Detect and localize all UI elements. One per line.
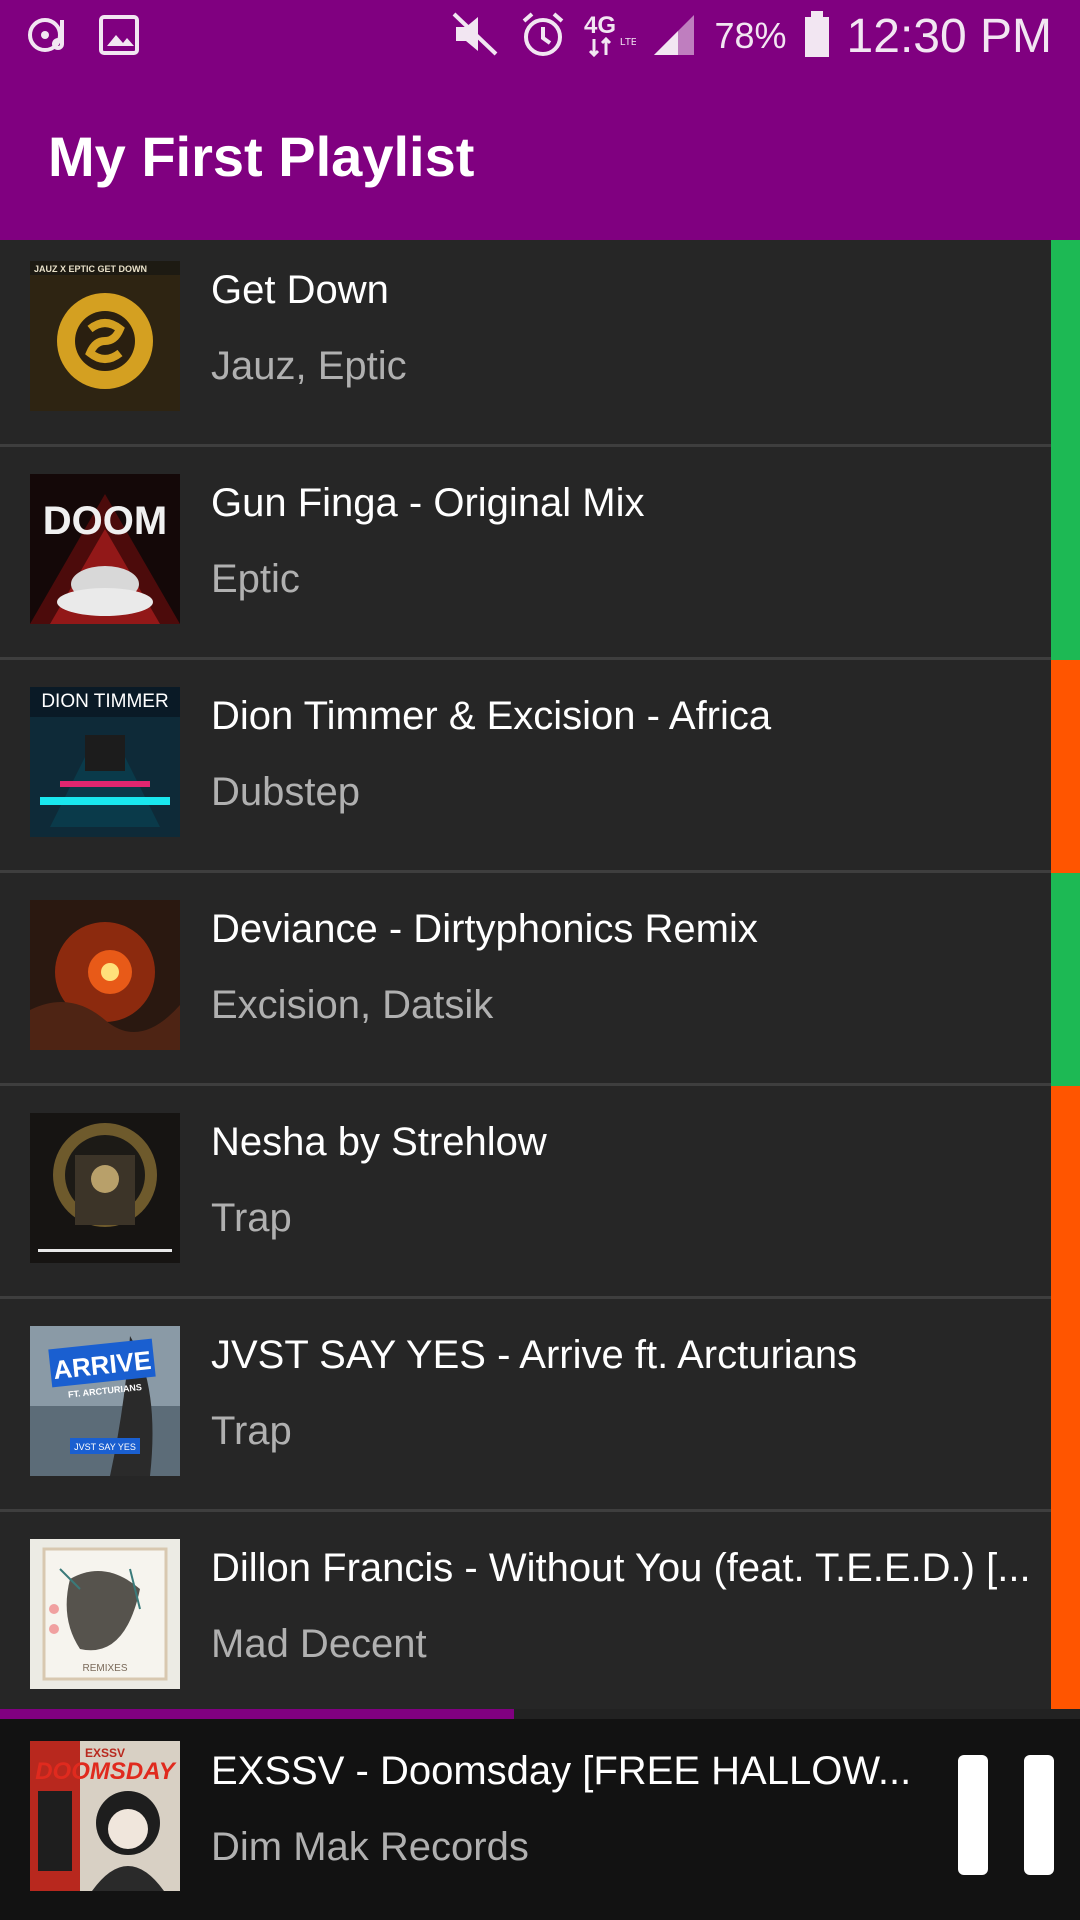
svg-text:4G: 4G xyxy=(584,12,616,39)
playback-progress-fill xyxy=(0,1709,515,1719)
network-4g-lte-icon: 4G LTE xyxy=(584,9,638,64)
track-row[interactable]: Deviance - Dirtyphonics Remix Excision, … xyxy=(0,873,1080,1086)
battery-icon xyxy=(803,9,831,64)
album-art: DION TIMMER xyxy=(30,687,180,837)
album-art: ARRIVE FT. ARCTURIANS JVST SAY YES xyxy=(30,1326,180,1476)
track-subtitle: Jauz, Eptic xyxy=(211,344,407,388)
music-player-icon xyxy=(26,12,72,63)
track-row[interactable]: JAUZ X EPTIC GET DOWN Get Down Jauz, Ept… xyxy=(0,240,1080,447)
track-subtitle: Excision, Datsik xyxy=(211,983,494,1027)
mute-icon xyxy=(450,10,502,63)
track-title: Get Down xyxy=(211,268,389,312)
album-art-text: JVST SAY YES xyxy=(74,1442,136,1452)
album-art-text: DOOMSDAY xyxy=(35,1758,177,1785)
playback-progress[interactable] xyxy=(0,1709,1080,1719)
album-art-text: REMIXES xyxy=(82,1663,127,1674)
album-art-text: DOOM xyxy=(43,499,167,543)
source-indicator xyxy=(1051,1512,1080,1718)
pause-icon[interactable] xyxy=(958,1755,1054,1875)
track-row[interactable]: DOOM Gun Finga - Original Mix Eptic xyxy=(0,447,1080,660)
track-row[interactable]: Nesha by Strehlow Trap xyxy=(0,1086,1080,1299)
alarm-icon xyxy=(518,9,568,64)
signal-icon xyxy=(652,11,698,62)
source-indicator xyxy=(1051,873,1080,1086)
album-art-text: JAUZ X EPTIC GET DOWN xyxy=(34,264,147,274)
source-indicator xyxy=(1051,240,1080,447)
album-art: JAUZ X EPTIC GET DOWN xyxy=(30,261,180,411)
app-bar: My First Playlist xyxy=(0,72,1080,240)
track-subtitle: Mad Decent xyxy=(211,1622,427,1666)
track-title: Dion Timmer & Excision - Africa xyxy=(211,694,772,738)
track-subtitle: Dubstep xyxy=(211,770,360,814)
track-title: Dillon Francis - Without You (feat. T.E.… xyxy=(211,1546,1031,1590)
now-playing-bar[interactable]: EXSSV DOOMSDAY EXSSV - Doomsday [FREE HA… xyxy=(0,1719,1080,1920)
now-playing-subtitle: Dim Mak Records xyxy=(211,1825,529,1869)
track-subtitle: Trap xyxy=(211,1409,292,1453)
album-art: REMIXES xyxy=(30,1539,180,1689)
source-indicator xyxy=(1051,447,1080,660)
track-row[interactable]: ARRIVE FT. ARCTURIANS JVST SAY YES JVST … xyxy=(0,1299,1080,1512)
svg-text:LTE: LTE xyxy=(620,37,636,48)
track-title: JVST SAY YES - Arrive ft. Arcturians xyxy=(211,1333,858,1377)
status-bar: 4G LTE 78% 12:30 PM xyxy=(0,0,1080,72)
album-art xyxy=(30,1113,180,1263)
source-indicator xyxy=(1051,660,1080,873)
now-playing-album-art: EXSSV DOOMSDAY xyxy=(30,1741,180,1891)
track-subtitle: Trap xyxy=(211,1196,292,1240)
track-title: Deviance - Dirtyphonics Remix xyxy=(211,907,758,951)
track-row[interactable]: REMIXES Dillon Francis - Without You (fe… xyxy=(0,1512,1080,1718)
source-indicator xyxy=(1051,1086,1080,1299)
track-subtitle: Eptic xyxy=(211,557,300,601)
track-title: Nesha by Strehlow xyxy=(211,1120,547,1164)
track-title: Gun Finga - Original Mix xyxy=(211,481,645,525)
clock: 12:30 PM xyxy=(846,9,1052,63)
page-title: My First Playlist xyxy=(48,125,475,188)
album-art-text: DION TIMMER xyxy=(41,691,168,712)
album-art xyxy=(30,900,180,1050)
image-icon xyxy=(98,12,140,63)
track-list[interactable]: JAUZ X EPTIC GET DOWN Get Down Jauz, Ept… xyxy=(0,240,1080,1718)
album-art: DOOM xyxy=(30,474,180,624)
source-indicator xyxy=(1051,1299,1080,1512)
track-row[interactable]: DION TIMMER Dion Timmer & Excision - Afr… xyxy=(0,660,1080,873)
now-playing-title: EXSSV - Doomsday [FREE HALLOW... xyxy=(211,1749,912,1793)
battery-level: 78% xyxy=(714,15,787,56)
